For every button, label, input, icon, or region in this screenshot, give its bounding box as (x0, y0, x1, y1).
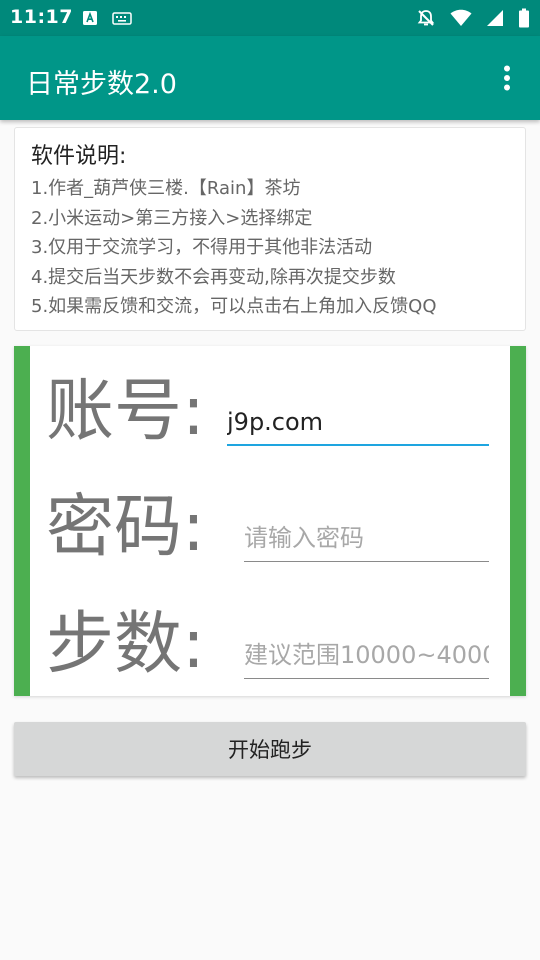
status-bar: 11:17 (0, 0, 540, 36)
more-vert-icon (504, 65, 510, 91)
account-row: 账号: (30, 364, 510, 464)
password-row: 密码: (30, 480, 510, 580)
instruction-line: 4.提交后当天步数不会再变动,除再次提交步数 (31, 266, 396, 288)
wifi-icon (450, 9, 472, 26)
instruction-line: 2.小米运动>第三方接入>选择绑定 (31, 207, 313, 229)
instructions-card: 软件说明: 1.作者_葫芦侠三楼.【Rain】茶坊 2.小米运动>第三方接入>选… (14, 127, 526, 331)
battery-icon (519, 8, 529, 28)
signal-icon (487, 10, 503, 26)
overflow-menu-button[interactable] (492, 62, 522, 94)
steps-input[interactable] (244, 637, 489, 679)
bell-off-icon (417, 10, 435, 26)
start-running-button[interactable]: 开始跑步 (14, 722, 526, 776)
status-right-icons (416, 8, 530, 28)
instruction-line: 3.仅用于交流学习，不得用于其他非法活动 (31, 237, 373, 258)
app-title: 日常步数2.0 (26, 69, 177, 100)
steps-row: 步数: (30, 597, 510, 697)
status-time: 11:17 (10, 6, 73, 28)
password-input[interactable] (244, 520, 489, 562)
login-form-card: 账号: 密码: 步数: (14, 346, 526, 696)
instruction-line: 1.作者_葫芦侠三楼.【Rain】茶坊 (31, 178, 301, 199)
instructions-title: 软件说明: (31, 144, 127, 169)
status-left-icons (82, 10, 132, 26)
steps-label: 步数: (46, 605, 205, 684)
account-input[interactable] (227, 406, 489, 446)
instruction-line: 5.如果需反馈和交流，可以点击右上角加入反馈QQ (31, 296, 437, 317)
a-notification-icon (83, 11, 97, 25)
password-label: 密码: (46, 488, 205, 567)
keyboard-icon (112, 12, 132, 25)
account-label: 账号: (46, 372, 205, 451)
app-bar: 日常步数2.0 (0, 36, 540, 120)
